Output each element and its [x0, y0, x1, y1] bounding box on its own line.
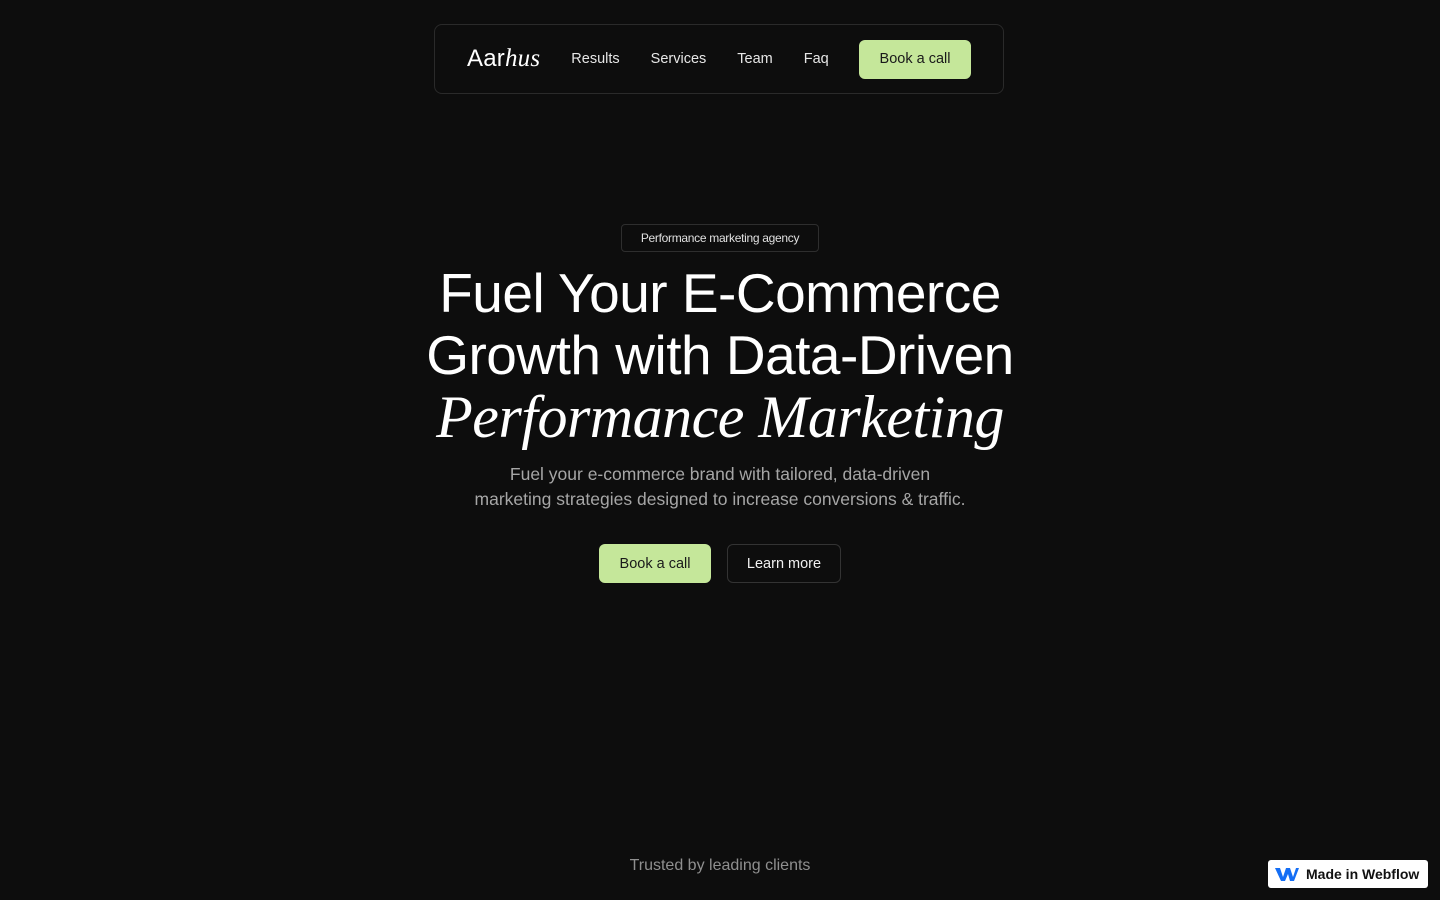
subtext-line-1: Fuel your e-commerce brand with tailored…: [509, 464, 931, 484]
logo-text-italic: hus: [504, 45, 541, 72]
aarhus-logo[interactable]: Aar hus: [467, 45, 540, 73]
nav-link-faq[interactable]: Faq: [804, 51, 829, 67]
nav-link-team[interactable]: Team: [737, 51, 772, 67]
nav-links: Results Services Team Faq: [571, 51, 828, 67]
headline-line-1: Fuel Your E-Commerce: [439, 262, 1001, 324]
nav-link-services[interactable]: Services: [651, 51, 707, 67]
nav-book-call-button[interactable]: Book a call: [859, 39, 971, 79]
logo-text-plain: Aar: [467, 45, 505, 72]
headline-line-2: Growth with Data-Driven: [426, 324, 1014, 386]
trusted-by-label: Trusted by leading clients: [629, 857, 811, 874]
made-in-webflow-badge[interactable]: Made in Webflow: [1268, 860, 1428, 888]
hero-learn-more-button[interactable]: Learn more: [727, 544, 841, 583]
hero-book-call-button[interactable]: Book a call: [599, 544, 711, 583]
nav-link-results[interactable]: Results: [571, 51, 619, 67]
webflow-logo-icon: [1274, 866, 1300, 882]
hero-subtext: Fuel your e-commerce brand with tailored…: [420, 462, 1020, 512]
headline-line-3: Performance Marketing: [436, 384, 1004, 450]
webflow-badge-label: Made in Webflow: [1306, 866, 1420, 882]
subtext-line-2: marketing strategies designed to increas…: [474, 489, 966, 509]
hero-headline: Fuel Your E-Commerce Growth with Data-Dr…: [320, 262, 1120, 448]
hero-actions: Book a call Learn more: [599, 544, 841, 583]
hero-badge: Performance marketing agency: [621, 224, 819, 252]
top-navigation: Aar hus Results Services Team Faq Book a …: [434, 24, 1004, 94]
page: Aar hus Results Services Team Faq Book a …: [0, 0, 1440, 900]
